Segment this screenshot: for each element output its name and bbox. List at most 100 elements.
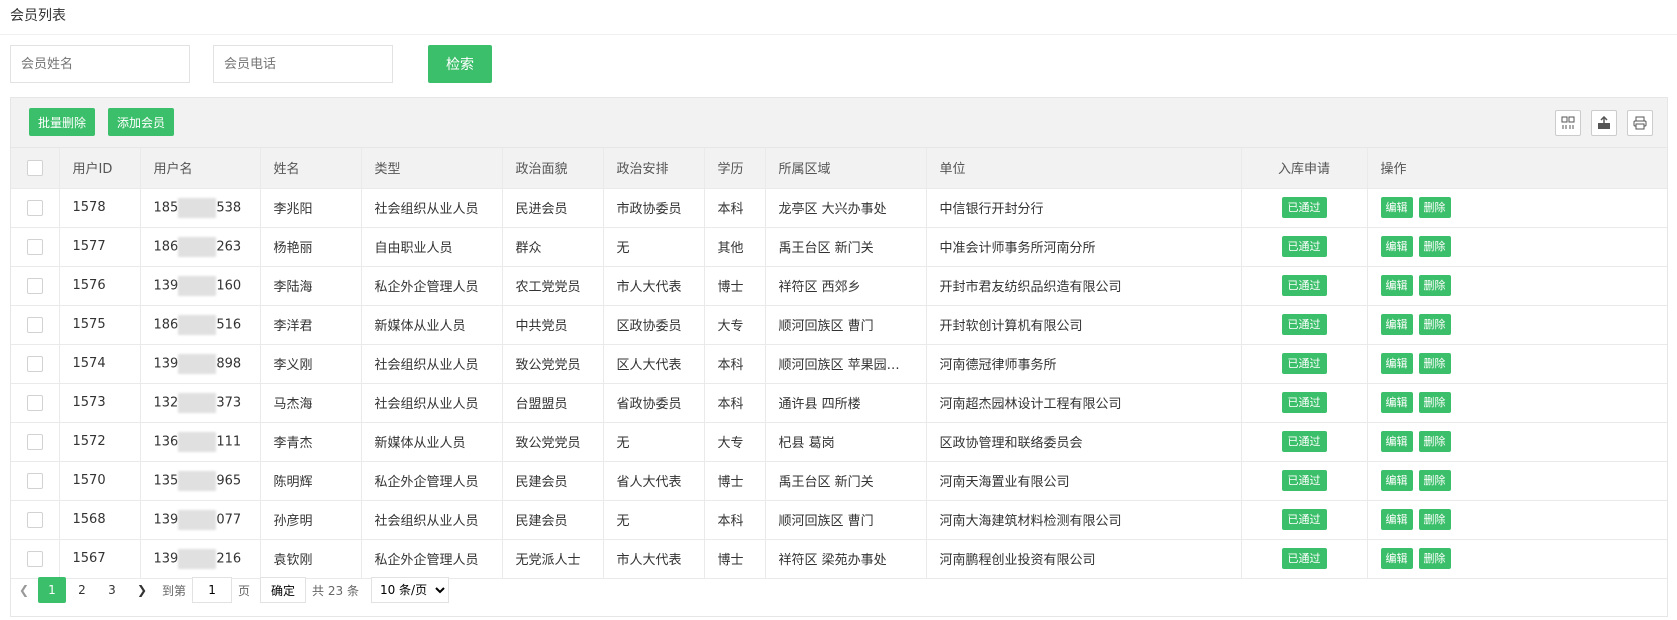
cell-type: 社会组织从业人员 [361, 500, 503, 540]
row-select-cell[interactable] [11, 266, 60, 306]
delete-button[interactable]: 删除 [1418, 197, 1451, 218]
cell-political: 农工党党员 [502, 266, 604, 306]
cell-actions: 编辑 删除 [1367, 422, 1667, 462]
delete-button[interactable]: 删除 [1418, 236, 1451, 257]
edit-button[interactable]: 编辑 [1380, 431, 1413, 452]
phone-prefix: 139 [153, 278, 179, 293]
row-select-cell[interactable] [11, 227, 60, 267]
print-icon[interactable] [1627, 110, 1653, 136]
edit-button[interactable]: 编辑 [1380, 392, 1413, 413]
table-row: 1574 139 898 李义刚 社会组织从业人员 致公党党员 区人大代表 本科 顺河回族区 苹… [11, 344, 1667, 384]
cell-application: 已通过 [1241, 188, 1368, 228]
delete-button[interactable]: 删除 [1418, 509, 1451, 530]
goto-confirm-button[interactable]: 确定 [260, 577, 307, 603]
row-checkbox[interactable] [26, 277, 43, 294]
row-select-cell[interactable] [11, 461, 60, 501]
cell-education: 本科 [704, 500, 766, 540]
edit-button[interactable]: 编辑 [1380, 509, 1413, 530]
edit-button[interactable]: 编辑 [1380, 314, 1413, 335]
search-button[interactable]: 检索 [428, 45, 492, 83]
phone-suffix: 538 [216, 200, 242, 215]
add-member-button[interactable]: 添加会员 [108, 108, 175, 136]
status-badge: 已通过 [1281, 509, 1327, 530]
cell-user-id: 1574 [59, 344, 141, 384]
row-select-cell[interactable] [11, 539, 60, 579]
phone-prefix: 186 [153, 317, 179, 332]
edit-button[interactable]: 编辑 [1380, 236, 1413, 257]
cell-username: 185 538 [140, 188, 261, 228]
page-3[interactable]: 3 [98, 577, 126, 603]
row-checkbox[interactable] [26, 394, 43, 411]
phone-redacted [178, 548, 217, 569]
member-phone-input[interactable] [213, 45, 393, 83]
page-1[interactable]: 1 [38, 577, 66, 603]
cell-actions: 编辑 删除 [1367, 344, 1667, 384]
edit-button[interactable]: 编辑 [1380, 353, 1413, 374]
edit-button[interactable]: 编辑 [1380, 470, 1413, 491]
row-select-cell[interactable] [11, 383, 60, 423]
header-education: 学历 [704, 148, 766, 189]
edit-button[interactable]: 编辑 [1380, 197, 1413, 218]
phone-suffix: 077 [216, 512, 242, 527]
row-select-cell[interactable] [11, 500, 60, 540]
table-row: 1573 132 373 马杰海 社会组织从业人员 台盟盟员 省政协委员 本科 通许县 四所楼河… [11, 383, 1667, 423]
table-row: 1567 139 216 袁钦刚 私企外企管理人员 无党派人士 市人大代表 博士 祥符区 梁苑办… [11, 539, 1667, 579]
delete-button[interactable]: 删除 [1418, 548, 1451, 569]
page-size-select[interactable]: 10 条/页 [370, 577, 449, 603]
cell-username: 136 111 [140, 422, 261, 462]
row-select-cell[interactable] [11, 305, 60, 345]
cell-username: 139 216 [140, 539, 261, 579]
row-checkbox[interactable] [26, 472, 43, 489]
row-checkbox[interactable] [26, 433, 43, 450]
cell-actions: 编辑 删除 [1367, 305, 1667, 345]
select-all-checkbox[interactable] [26, 159, 43, 176]
row-select-cell[interactable] [11, 344, 60, 384]
edit-button[interactable]: 编辑 [1380, 548, 1413, 569]
delete-button[interactable]: 删除 [1418, 353, 1451, 374]
cell-political: 台盟盟员 [502, 383, 604, 423]
cell-education: 博士 [704, 461, 766, 501]
goto-page-input[interactable] [192, 577, 233, 603]
delete-button[interactable]: 删除 [1418, 314, 1451, 335]
cell-user-id: 1572 [59, 422, 141, 462]
row-checkbox[interactable] [26, 550, 43, 567]
columns-icon[interactable] [1555, 110, 1581, 136]
row-checkbox[interactable] [26, 355, 43, 372]
cell-username: 139 077 [140, 500, 261, 540]
cell-user-id: 1575 [59, 305, 141, 345]
cell-education: 其他 [704, 227, 766, 267]
header-username: 用户名 [140, 148, 261, 189]
page-unit-label: 页 [238, 583, 251, 598]
cell-region: 通许县 四所楼 [765, 383, 927, 423]
delete-button[interactable]: 删除 [1418, 275, 1451, 296]
delete-button[interactable]: 删除 [1418, 431, 1451, 452]
next-page-icon[interactable]: ❯ [128, 577, 156, 603]
member-name-input[interactable] [10, 45, 190, 83]
cell-unit: 河南鹏程创业投资有限公司 [926, 539, 1242, 579]
cell-region: 禹王台区 新门关 [765, 227, 927, 267]
cell-political: 群众 [502, 227, 604, 267]
row-select-cell[interactable] [11, 188, 60, 228]
header-actions: 操作 [1367, 148, 1667, 189]
delete-button[interactable]: 删除 [1418, 392, 1451, 413]
export-icon[interactable] [1591, 110, 1617, 136]
cell-education: 本科 [704, 344, 766, 384]
batch-delete-button[interactable]: 批量删除 [29, 108, 96, 136]
header-select-all[interactable] [11, 148, 60, 189]
row-checkbox[interactable] [26, 316, 43, 333]
phone-suffix: 965 [216, 473, 242, 488]
row-checkbox[interactable] [26, 199, 43, 216]
table-header-row: 用户ID 用户名 姓名 类型 政治面貌 政治安排 学历 所属区域 单位 入库申请… [11, 148, 1667, 189]
cell-name: 孙彦明 [260, 500, 362, 540]
row-checkbox[interactable] [26, 511, 43, 528]
prev-page-icon[interactable]: ❮ [10, 577, 38, 603]
edit-button[interactable]: 编辑 [1380, 275, 1413, 296]
page-2[interactable]: 2 [68, 577, 96, 603]
cell-user-id: 1573 [59, 383, 141, 423]
phone-redacted [178, 275, 217, 296]
delete-button[interactable]: 删除 [1418, 470, 1451, 491]
cell-actions: 编辑 删除 [1367, 227, 1667, 267]
row-select-cell[interactable] [11, 422, 60, 462]
cell-actions: 编辑 删除 [1367, 539, 1667, 579]
row-checkbox[interactable] [26, 238, 43, 255]
